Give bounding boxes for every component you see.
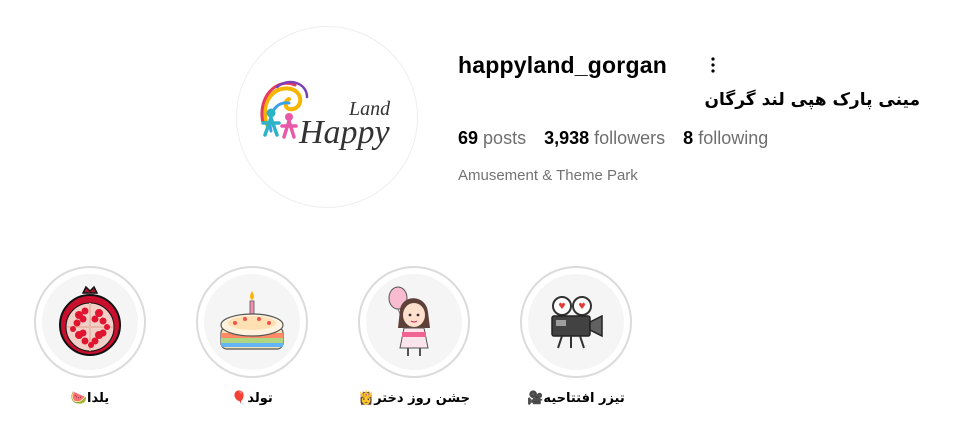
highlight-ring bbox=[358, 266, 470, 378]
following-label: following bbox=[698, 128, 769, 148]
followers-count: 3,938 bbox=[544, 128, 590, 148]
happyland-logo: Land Happy bbox=[260, 80, 391, 151]
more-options-icon bbox=[711, 57, 715, 73]
pomegranate-icon bbox=[59, 285, 121, 356]
followers-stat[interactable]: 3,938 followers bbox=[544, 128, 665, 149]
highlight-cover bbox=[42, 274, 138, 370]
highlight-label: یلدا🍉 bbox=[70, 391, 110, 406]
profile-avatar[interactable]: Land Happy bbox=[236, 26, 418, 208]
more-options-button[interactable] bbox=[700, 52, 726, 78]
highlight-girls-day[interactable]: جشن روز دختر👸 bbox=[358, 266, 470, 406]
highlight-ring bbox=[196, 266, 308, 378]
highlight-label: جشن روز دختر👸 bbox=[357, 391, 470, 406]
birthday-cake-icon bbox=[220, 291, 284, 350]
highlight-cover bbox=[528, 274, 624, 370]
posts-count: 69 bbox=[458, 128, 479, 148]
highlight-opening-teaser[interactable]: تیزر افتتاحیه🎥 bbox=[520, 266, 632, 406]
profile-stats: 69 posts 3,938 followers 8 following bbox=[458, 128, 768, 149]
logo-text-happy: Happy bbox=[298, 114, 391, 151]
profile-category: Amusement & Theme Park bbox=[458, 167, 638, 184]
movie-camera-icon bbox=[551, 296, 603, 349]
highlight-birthday[interactable]: تولد🎈 bbox=[196, 266, 308, 406]
highlight-yalda[interactable]: یلدا🍉 bbox=[34, 266, 146, 406]
posts-label: posts bbox=[483, 128, 527, 148]
highlight-cover bbox=[204, 274, 300, 370]
profile-full-name: مینی پارک هپی لند گرگان bbox=[704, 90, 920, 110]
highlight-label: تیزر افتتاحیه🎥 bbox=[527, 391, 625, 406]
following-count: 8 bbox=[683, 128, 694, 148]
posts-stat[interactable]: 69 posts bbox=[458, 128, 526, 149]
highlight-ring bbox=[520, 266, 632, 378]
username: happyland_gorgan bbox=[458, 52, 667, 78]
highlight-cover bbox=[366, 274, 462, 370]
followers-label: followers bbox=[594, 128, 666, 148]
following-stat[interactable]: 8 following bbox=[683, 128, 768, 149]
highlight-label: تولد🎈 bbox=[231, 391, 273, 406]
highlight-ring bbox=[34, 266, 146, 378]
girl-with-balloon-icon bbox=[388, 286, 430, 356]
